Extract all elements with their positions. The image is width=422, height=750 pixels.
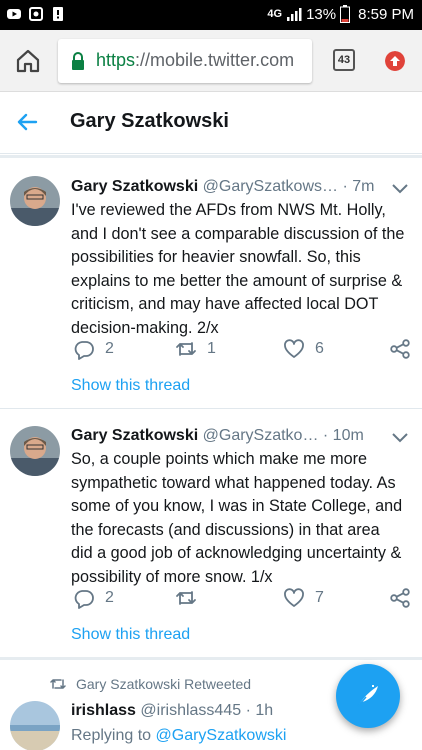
app-header: Gary Szatkowski: [0, 92, 422, 154]
show-thread-link[interactable]: Show this thread: [71, 377, 190, 395]
lock-icon: [72, 52, 84, 70]
url-scheme: https: [96, 50, 136, 70]
like-button[interactable]: 6: [283, 338, 324, 360]
reply-count: 2: [105, 340, 114, 357]
status-bar: 4G 13% 8:59 PM: [0, 0, 422, 30]
share-icon: [390, 339, 410, 359]
show-thread-link[interactable]: Show this thread: [71, 626, 190, 644]
retweet-button[interactable]: [175, 587, 207, 609]
clock: 8:59 PM: [358, 5, 414, 23]
compose-tweet-button[interactable]: [336, 664, 400, 728]
tweet-text-line: some of you know, I was in State College…: [71, 497, 403, 515]
tweet-actions: 2 1 6: [71, 338, 416, 362]
replying-prefix: Replying to: [71, 727, 156, 744]
tweet-text-line: possibilities for heavier snowfall. So, …: [71, 248, 361, 266]
home-icon[interactable]: [14, 47, 42, 75]
share-button[interactable]: [389, 587, 411, 609]
chevron-down-icon[interactable]: [392, 184, 408, 194]
heart-icon: [284, 339, 304, 358]
retweet-icon: [176, 342, 196, 356]
tweet[interactable]: Gary Szatkowski @GarySzatkows… · 7m I've…: [0, 158, 422, 408]
reply-button[interactable]: 2: [73, 587, 114, 609]
tweet-actions: 2 7: [71, 587, 416, 611]
reply-count: 2: [105, 589, 114, 606]
tweet-text-line: decision-making. 2/x: [71, 318, 219, 337]
tweet-text: So, a couple points which make me more s…: [71, 448, 416, 589]
tweet[interactable]: Gary Szatkowski @GarySzatko… · 10m So, a…: [0, 409, 422, 657]
back-arrow-icon[interactable]: [16, 111, 38, 133]
author-name[interactable]: irishlass: [71, 702, 136, 719]
battery-percent: 13%: [306, 5, 337, 23]
tweet-text-line: explains to me better the amount of surp…: [71, 271, 403, 290]
share-icon: [390, 588, 410, 608]
avatar[interactable]: [10, 176, 60, 226]
tweet-header: Gary Szatkowski @GarySzatko… · 10m: [71, 427, 364, 445]
reply-button[interactable]: 2: [73, 338, 114, 360]
tweet-text-line: criticism, and may have affected local D…: [71, 295, 379, 313]
tweet-text-line: did a good job of acknowledging uncertai…: [71, 544, 402, 562]
tab-switcher-button[interactable]: 43: [333, 49, 355, 71]
author-handle[interactable]: @irishlass445: [140, 702, 241, 719]
sync-icon: [29, 7, 43, 21]
tweet-text-line: the forecasts (and discussions) in that …: [71, 520, 380, 539]
status-left-icons: [6, 6, 66, 22]
author-handle[interactable]: @GarySzatkows…: [203, 178, 338, 195]
tweet-time[interactable]: · 7m: [342, 178, 374, 195]
tweet-text-line: possibility of more snow. 1/x: [71, 567, 273, 586]
retweet-context-label: Gary Szatkowski Retweeted: [76, 676, 252, 692]
retweet-icon: [50, 679, 66, 689]
youtube-icon: [7, 9, 21, 19]
compose-icon: [357, 685, 378, 707]
tweet-text-line: I've reviewed the AFDs from NWS Mt. Holl…: [71, 201, 386, 219]
alert-icon: [53, 7, 63, 21]
tweet-text-line: and I don't see a comparable discussion …: [71, 224, 405, 243]
tweet-time[interactable]: · 1h: [246, 702, 274, 719]
replying-to: Replying to @GarySzatkowski: [71, 727, 286, 745]
chevron-down-icon[interactable]: [392, 433, 408, 443]
tweet-text: I've reviewed the AFDs from NWS Mt. Holl…: [71, 199, 416, 340]
like-count: 6: [315, 340, 324, 357]
url-text: https://mobile.twitter.com: [96, 50, 294, 71]
author-name[interactable]: Gary Szatkowski: [71, 427, 198, 444]
author-name[interactable]: Gary Szatkowski: [71, 178, 198, 195]
avatar[interactable]: [10, 701, 60, 750]
status-right: 4G 13% 8:59 PM: [267, 5, 414, 23]
retweet-button[interactable]: 1: [175, 338, 216, 360]
avatar[interactable]: [10, 426, 60, 476]
tweet-time[interactable]: · 10m: [323, 427, 364, 444]
page-title: Gary Szatkowski: [70, 110, 229, 132]
address-bar[interactable]: https://mobile.twitter.com: [58, 39, 312, 83]
retweet-count: 1: [207, 340, 216, 357]
reply-icon: [74, 590, 94, 609]
update-icon[interactable]: [385, 51, 405, 71]
tweet-header: irishlass @irishlass445 · 1h: [71, 702, 273, 720]
like-count: 7: [315, 589, 324, 606]
like-button[interactable]: 7: [283, 587, 324, 609]
retweet-icon: [176, 591, 196, 605]
share-button[interactable]: [389, 338, 411, 360]
tweet-text-line: So, a couple points which make me more: [71, 450, 368, 468]
browser-toolbar: https://mobile.twitter.com 43: [0, 30, 422, 92]
divider: [0, 657, 422, 660]
mention-link[interactable]: @GarySzatkowski: [156, 727, 287, 744]
tweet-header: Gary Szatkowski @GarySzatkows… · 7m: [71, 178, 374, 196]
signal-icon: [287, 8, 302, 21]
network-type: 4G: [267, 8, 283, 20]
author-handle[interactable]: @GarySzatko…: [203, 427, 319, 444]
heart-icon: [284, 588, 304, 607]
retweet-context: Gary Szatkowski Retweeted: [50, 676, 251, 692]
url-rest: ://mobile.twitter.com: [135, 50, 295, 70]
reply-icon: [74, 341, 94, 360]
battery-icon: [340, 5, 351, 23]
tweet-text-line: sympathetic toward what happened today. …: [71, 473, 396, 492]
